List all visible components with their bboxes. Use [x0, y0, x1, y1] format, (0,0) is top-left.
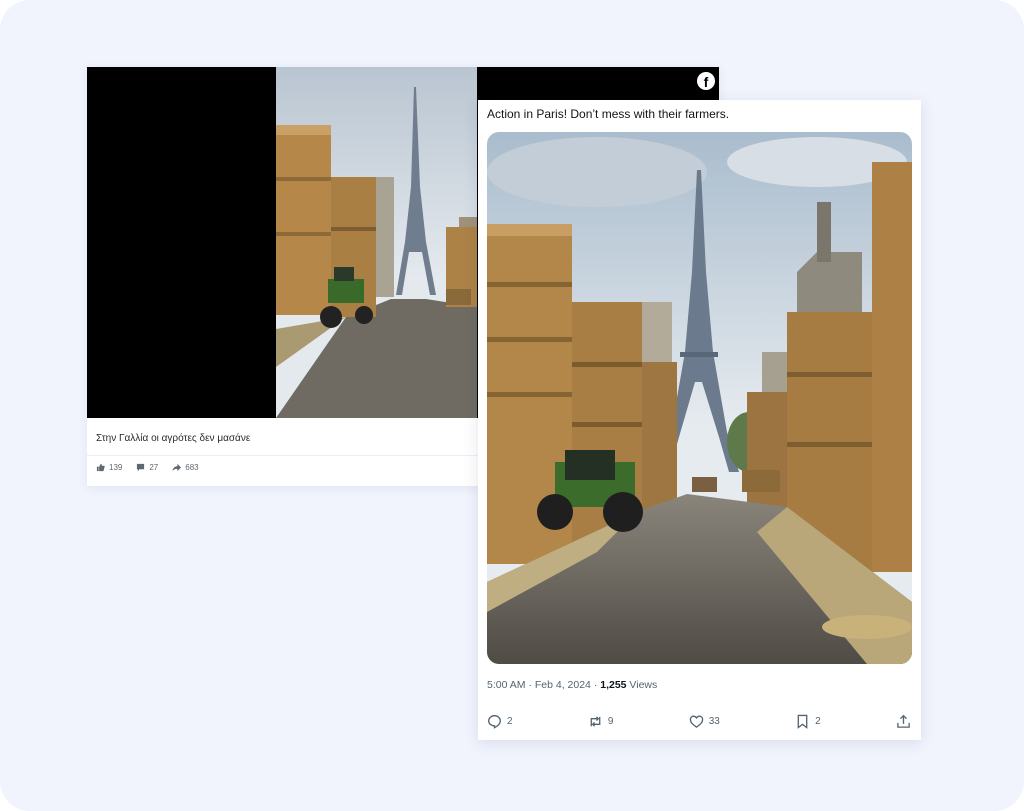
- x-post-text: Action in Paris! Don’t mess with their f…: [487, 107, 730, 121]
- like-icon: [96, 463, 105, 472]
- x-views-label: Views: [626, 679, 658, 691]
- facebook-photo: [276, 67, 477, 418]
- background-canvas: f Στην Γαλλία οι αγρότες δεν μασάνε 139 …: [0, 0, 1024, 811]
- heart-icon: [689, 714, 704, 729]
- bookmark-button[interactable]: 2: [795, 714, 821, 729]
- repost-icon: [588, 714, 603, 729]
- like-stat[interactable]: 139: [96, 463, 122, 472]
- repost-count: 9: [607, 715, 614, 727]
- x-action-bar: 2 9 33 2: [487, 712, 911, 730]
- facebook-icon[interactable]: f: [697, 72, 715, 90]
- facebook-caption: Στην Γαλλία οι αγρότες δεν μασάνε: [96, 433, 251, 444]
- upload-icon: [896, 714, 911, 729]
- like-button[interactable]: 33: [689, 714, 720, 729]
- like-count: 33: [708, 715, 720, 727]
- x-post-photo[interactable]: [487, 132, 912, 664]
- bookmark-icon: [795, 714, 810, 729]
- facebook-stats: 139 27 683: [96, 463, 199, 472]
- reply-button[interactable]: 2: [487, 714, 513, 729]
- share-button[interactable]: [896, 714, 911, 729]
- share-icon: [172, 463, 182, 472]
- share-count: 683: [185, 463, 199, 472]
- comment-stat[interactable]: 27: [136, 463, 158, 472]
- x-post-card: Action in Paris! Don’t mess with their f…: [478, 100, 921, 740]
- x-post-time[interactable]: 5:00 AM · Feb 4, 2024 ·: [487, 679, 600, 691]
- x-views-count: 1,255: [600, 679, 627, 691]
- reply-count: 2: [507, 715, 513, 727]
- share-stat[interactable]: 683: [172, 463, 199, 472]
- x-post-meta: 5:00 AM · Feb 4, 2024 · 1,255 Views: [487, 679, 657, 691]
- reply-icon: [487, 714, 502, 729]
- like-count: 139: [109, 463, 123, 472]
- divider: [87, 455, 487, 456]
- comment-count: 27: [149, 463, 159, 472]
- repost-button[interactable]: 9: [588, 714, 614, 729]
- bookmark-count: 2: [815, 715, 821, 727]
- comment-icon: [136, 463, 145, 472]
